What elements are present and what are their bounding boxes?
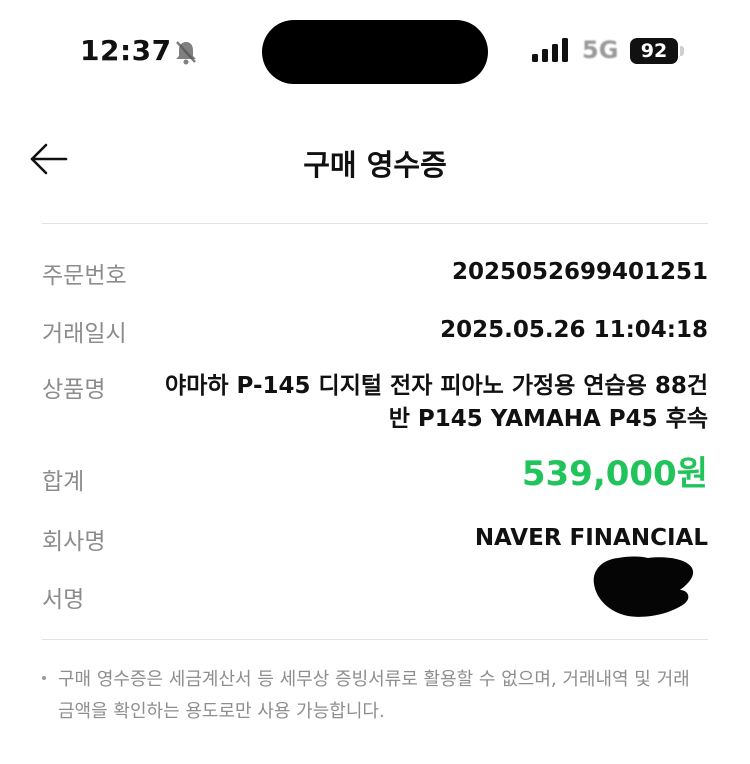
order-number-label: 주문번호 xyxy=(42,263,127,289)
status-time: 12:37 xyxy=(80,34,172,67)
product-label: 상품명 xyxy=(42,377,106,403)
network-type: 5G xyxy=(582,36,619,64)
content-divider xyxy=(42,639,708,640)
battery-tip xyxy=(680,46,684,56)
notice-line1: 구매 영수증은 세금계산서 등 세무상 증빙서류로 활용할 수 없으며, 거래내… xyxy=(58,669,690,690)
notice-text: 구매 영수증은 세금계산서 등 세무상 증빙서류로 활용할 수 없으며, 거래내… xyxy=(58,664,712,728)
total-label: 합계 xyxy=(42,469,85,495)
page-title: 구매 영수증 xyxy=(303,148,447,182)
cellular-signal-icon xyxy=(532,38,568,62)
total-amount: 539,000원 xyxy=(521,454,708,494)
battery-indicator: 92 xyxy=(630,38,678,64)
receipt-notice: 구매 영수증은 세금계산서 등 세무상 증빙서류로 활용할 수 없으며, 거래내… xyxy=(42,664,712,728)
header-divider xyxy=(42,223,708,224)
product-name-line2: 반 P145 YAMAHA P45 후속 xyxy=(388,406,708,432)
redacted-signature xyxy=(593,556,694,617)
notice-bullet xyxy=(42,676,46,680)
status-bar: 12:37 5G 92 xyxy=(0,0,750,100)
signature-label: 서명 xyxy=(42,587,85,613)
company-label: 회사명 xyxy=(42,529,106,555)
page-header: 구매 영수증 xyxy=(0,120,750,200)
datetime-label: 거래일시 xyxy=(42,321,127,347)
datetime-value: 2025.05.26 11:04:18 xyxy=(440,317,708,343)
order-number-value: 2025052699401251 xyxy=(451,259,708,285)
dynamic-island xyxy=(262,20,488,84)
bell-mute-icon xyxy=(176,41,196,65)
product-name-line1: 야마하 P-145 디지털 전자 피아노 가정용 연습용 88건 xyxy=(165,373,708,399)
product-value: 야마하 P-145 디지털 전자 피아노 가정용 연습용 88건 반 P145 … xyxy=(165,370,708,436)
company-value: NAVER FINANCIAL xyxy=(474,525,708,551)
notice-line2: 금액을 확인하는 용도로만 사용 가능합니다. xyxy=(58,701,385,722)
